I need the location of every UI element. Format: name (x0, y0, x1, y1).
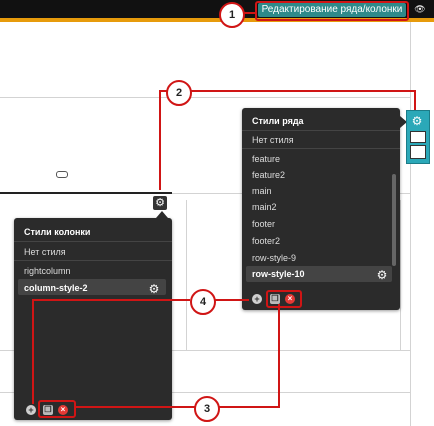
row-divider (0, 192, 172, 194)
callout-line (32, 299, 190, 301)
row-tools-tab: ⚙ (406, 110, 430, 164)
eye-icon[interactable]: 👁 (413, 4, 427, 16)
row-style-item[interactable]: feature (252, 154, 280, 164)
add-row-style-icon[interactable]: + (252, 294, 262, 304)
divider (242, 148, 400, 149)
row-style-none[interactable]: Нет стиля (252, 135, 294, 145)
callout-box (266, 290, 302, 308)
columns-icon[interactable] (410, 131, 426, 143)
column-styles-panel: Стили колонки Нет стиля rightcolumn colu… (14, 218, 172, 420)
callout-3: 3 (194, 396, 220, 422)
callout-line (414, 90, 416, 110)
callout-line (32, 299, 34, 404)
callout-line (160, 90, 168, 92)
row-style-item[interactable]: row-style-9 (252, 253, 296, 263)
callout-line (215, 299, 249, 301)
callout-line (159, 90, 161, 190)
column-styles-title: Стили колонки (24, 227, 91, 237)
callout-4: 4 (190, 289, 216, 315)
callout-2: 2 (166, 80, 192, 106)
column-panel-pointer (156, 211, 168, 218)
callout-line (191, 90, 415, 92)
divider (14, 241, 172, 242)
row-style-item-selected[interactable]: row-style-10 (252, 269, 305, 279)
drag-handle[interactable] (56, 171, 68, 178)
row-style-item[interactable]: main2 (252, 202, 277, 212)
column-style-gear-icon[interactable]: ⚙ (147, 282, 161, 296)
row-style-item[interactable]: footer (252, 219, 275, 229)
callout-line (219, 406, 279, 408)
row-styles-panel: Стили ряда Нет стиля feature feature2 ma… (242, 108, 400, 310)
section-divider (0, 97, 410, 98)
column-border (186, 200, 187, 350)
callout-1: 1 (219, 2, 245, 28)
column-style-item-selected[interactable]: column-style-2 (24, 283, 88, 293)
row-settings-gear-icon[interactable]: ⚙ (410, 115, 424, 127)
callout-line (278, 304, 280, 408)
scrollbar[interactable] (392, 174, 396, 266)
add-column-style-icon[interactable]: + (26, 405, 36, 415)
callout-box (255, 1, 409, 21)
page-border-right (410, 22, 411, 426)
divider (242, 130, 400, 131)
callout-line (76, 406, 196, 408)
row-style-item[interactable]: footer2 (252, 236, 280, 246)
column-style-item[interactable]: rightcolumn (24, 266, 71, 276)
row-styles-title: Стили ряда (252, 116, 304, 126)
callout-box (38, 400, 76, 418)
divider (14, 260, 172, 261)
rows-icon[interactable] (410, 145, 426, 159)
column-settings-gear-icon[interactable]: ⚙ (153, 196, 167, 210)
column-style-none[interactable]: Нет стиля (24, 247, 66, 257)
column-border-right (400, 200, 401, 350)
row-style-item[interactable]: feature2 (252, 170, 285, 180)
row-style-gear-icon[interactable]: ⚙ (375, 268, 389, 282)
row-style-item[interactable]: main (252, 186, 272, 196)
